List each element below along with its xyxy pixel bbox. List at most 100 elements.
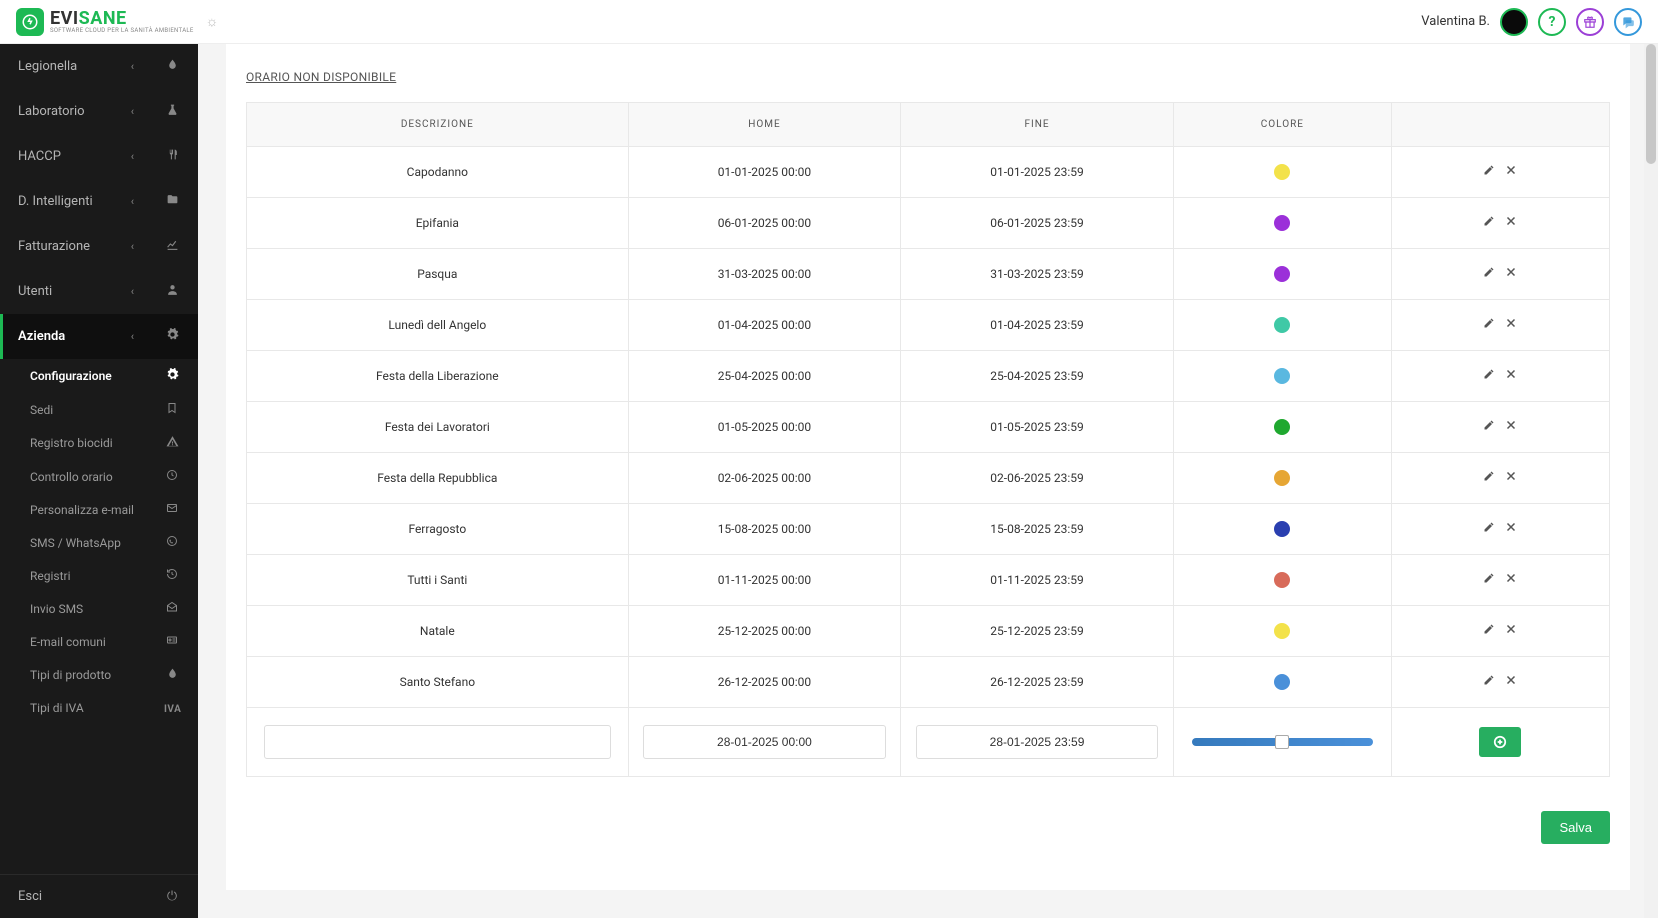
cell-end: 25-04-2025 23:59 xyxy=(901,351,1174,402)
cell-end: 01-01-2025 23:59 xyxy=(901,147,1174,198)
new-end-input[interactable] xyxy=(916,725,1159,759)
edit-icon[interactable] xyxy=(1483,317,1495,333)
gear-icon xyxy=(164,368,180,384)
sidebar-item-azienda[interactable]: Azienda‹ xyxy=(0,314,198,359)
sidebar-item-label: Fatturazione xyxy=(18,239,131,254)
subnav-item-sedi[interactable]: Sedi xyxy=(0,393,198,426)
subnav-item-label: Controllo orario xyxy=(30,470,164,484)
subnav-item-tipi-di-iva[interactable]: Tipi di IVAIVA xyxy=(0,692,198,724)
color-dot xyxy=(1274,215,1290,231)
delete-icon[interactable] xyxy=(1505,215,1517,231)
user-icon xyxy=(164,283,180,300)
delete-icon[interactable] xyxy=(1505,623,1517,639)
power-icon: ⏻ xyxy=(164,889,180,904)
table-row: Ferragosto15-08-2025 00:0015-08-2025 23:… xyxy=(247,504,1610,555)
table-row: Festa della Liberazione25-04-2025 00:002… xyxy=(247,351,1610,402)
subnav-item-label: Tipi di prodotto xyxy=(30,668,164,682)
subnav-item-registro-biocidi[interactable]: Registro biocidi xyxy=(0,426,198,460)
edit-icon[interactable] xyxy=(1483,215,1495,231)
subnav-item-personalizza-e-mail[interactable]: Personalizza e-mail xyxy=(0,493,198,526)
table-row: Epifania06-01-2025 00:0006-01-2025 23:59 xyxy=(247,198,1610,249)
cell-end: 02-06-2025 23:59 xyxy=(901,453,1174,504)
new-start-input[interactable] xyxy=(643,725,886,759)
clock-icon xyxy=(164,469,180,484)
sidebar-item-haccp[interactable]: HACCP‹ xyxy=(0,134,198,179)
sidebar-item-fatturazione[interactable]: Fatturazione‹ xyxy=(0,224,198,269)
cell-desc: Pasqua xyxy=(247,249,629,300)
cell-end: 25-12-2025 23:59 xyxy=(901,606,1174,657)
edit-icon[interactable] xyxy=(1483,164,1495,180)
utensils-icon xyxy=(164,148,180,165)
sidebar-item-label: D. Intelligenti xyxy=(18,194,131,209)
subnav-item-registri[interactable]: Registri xyxy=(0,559,198,592)
subnav-item-invio-sms[interactable]: Invio SMS xyxy=(0,592,198,625)
edit-icon[interactable] xyxy=(1483,419,1495,435)
folder-icon xyxy=(164,193,180,210)
sidebar-item-laboratorio[interactable]: Laboratorio‹ xyxy=(0,89,198,134)
sun-icon[interactable]: ☼ xyxy=(206,13,219,30)
subnav-item-e-mail-comuni[interactable]: E-mail comuni xyxy=(0,625,198,658)
add-button[interactable] xyxy=(1479,727,1521,757)
cell-actions xyxy=(1391,300,1609,351)
subnav-item-tipi-di-prodotto[interactable]: Tipi di prodotto xyxy=(0,658,198,692)
card-icon xyxy=(164,634,180,649)
content-area: ORARIO NON DISPONIBILE Descrizione Home … xyxy=(198,44,1658,918)
sidebar: Legionella‹Laboratorio‹HACCP‹D. Intellig… xyxy=(0,44,198,918)
topbar: EVISANE SOFTWARE CLOUD PER LA SANITÀ AMB… xyxy=(0,0,1658,44)
sidebar-item-esci[interactable]: Esci ⏻ xyxy=(0,875,198,918)
avatar[interactable] xyxy=(1500,8,1528,36)
cell-actions xyxy=(1391,147,1609,198)
cell-end: 15-08-2025 23:59 xyxy=(901,504,1174,555)
new-desc-input[interactable] xyxy=(264,725,610,759)
scrollbar-thumb[interactable] xyxy=(1646,44,1656,164)
new-color-slider[interactable] xyxy=(1192,738,1373,746)
cell-actions xyxy=(1391,504,1609,555)
table-row: Festa dei Lavoratori01-05-2025 00:0001-0… xyxy=(247,402,1610,453)
vertical-scrollbar[interactable] xyxy=(1644,44,1658,918)
subnav-item-label: Registro biocidi xyxy=(30,436,164,450)
edit-icon[interactable] xyxy=(1483,674,1495,690)
sidebar-item-label: Utenti xyxy=(18,284,131,299)
sidebar-exit-label: Esci xyxy=(18,889,164,904)
subnav-item-sms-whatsapp[interactable]: SMS / WhatsApp xyxy=(0,526,198,559)
sidebar-item-legionella[interactable]: Legionella‹ xyxy=(0,44,198,89)
cell-color xyxy=(1173,198,1391,249)
delete-icon[interactable] xyxy=(1505,317,1517,333)
delete-icon[interactable] xyxy=(1505,470,1517,486)
chevron-left-icon: ‹ xyxy=(131,330,134,343)
edit-icon[interactable] xyxy=(1483,470,1495,486)
chevron-left-icon: ‹ xyxy=(131,150,134,163)
delete-icon[interactable] xyxy=(1505,521,1517,537)
delete-icon[interactable] xyxy=(1505,419,1517,435)
chevron-left-icon: ‹ xyxy=(131,60,134,73)
sidebar-item-utenti[interactable]: Utenti‹ xyxy=(0,269,198,314)
brand-accent: SANE xyxy=(79,8,127,29)
th-actions xyxy=(1391,103,1609,147)
delete-icon[interactable] xyxy=(1505,572,1517,588)
help-icon[interactable]: ? xyxy=(1538,8,1566,36)
section-title: ORARIO NON DISPONIBILE xyxy=(246,70,1610,84)
save-button[interactable]: Salva xyxy=(1541,811,1610,844)
subnav-item-label: Tipi di IVA xyxy=(30,701,164,715)
delete-icon[interactable] xyxy=(1505,266,1517,282)
edit-icon[interactable] xyxy=(1483,572,1495,588)
edit-icon[interactable] xyxy=(1483,368,1495,384)
username-label[interactable]: Valentina B. xyxy=(1421,14,1490,29)
subnav-item-controllo-orario[interactable]: Controllo orario xyxy=(0,460,198,493)
edit-icon[interactable] xyxy=(1483,521,1495,537)
sidebar-item-d-intelligenti[interactable]: D. Intelligenti‹ xyxy=(0,179,198,224)
logo[interactable]: EVISANE SOFTWARE CLOUD PER LA SANITÀ AMB… xyxy=(16,8,194,36)
subnav-item-label: Sedi xyxy=(30,403,164,417)
chat-icon[interactable] xyxy=(1614,8,1642,36)
cell-end: 01-05-2025 23:59 xyxy=(901,402,1174,453)
subnav-item-configurazione[interactable]: Configurazione xyxy=(0,359,198,393)
sidebar-item-label: Legionella xyxy=(18,59,131,74)
delete-icon[interactable] xyxy=(1505,368,1517,384)
gift-icon[interactable] xyxy=(1576,8,1604,36)
chevron-left-icon: ‹ xyxy=(131,285,134,298)
edit-icon[interactable] xyxy=(1483,623,1495,639)
holidays-table: Descrizione Home Fine Colore Capodanno01… xyxy=(246,102,1610,777)
delete-icon[interactable] xyxy=(1505,674,1517,690)
delete-icon[interactable] xyxy=(1505,164,1517,180)
edit-icon[interactable] xyxy=(1483,266,1495,282)
